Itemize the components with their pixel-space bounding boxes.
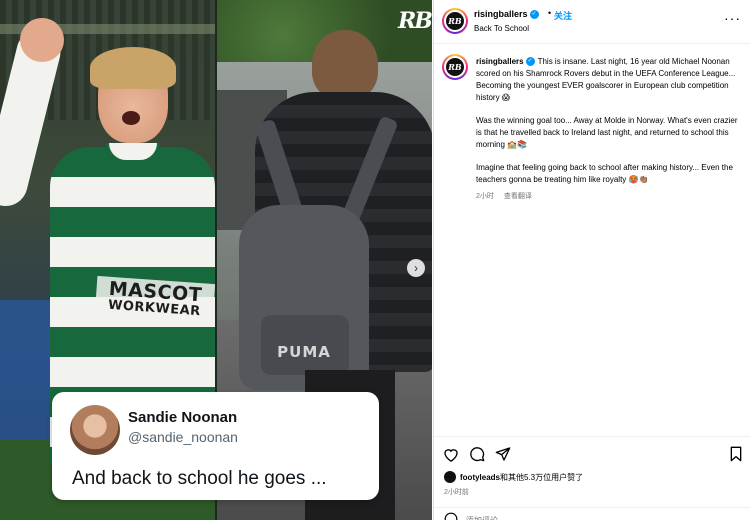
comment-input[interactable] (466, 514, 666, 520)
caption-meta: 2小时 查看翻译 (476, 191, 742, 203)
post-caption: RB risingballers ✓ This is insane. Last ni… (434, 50, 750, 430)
avatar[interactable]: RB (442, 8, 468, 34)
fist (20, 18, 64, 62)
chevron-right-icon[interactable]: › (407, 259, 425, 277)
action-bar: footyleads 和其他5.3万位用户赞了 2小时前 (434, 436, 750, 520)
comment-icon[interactable] (468, 445, 486, 463)
caption-time: 2小时 (476, 193, 494, 200)
caption-paragraph: Imagine that feeling going back to schoo… (476, 163, 733, 184)
separator-dot: • (548, 8, 552, 18)
tweet-author-name: Sandie Noonan (128, 409, 238, 426)
player-mouth (122, 111, 140, 125)
account-logo: RB (446, 12, 464, 30)
caption-username[interactable]: risingballers ✓ (476, 57, 535, 67)
rb-watermark-logo: RB (398, 8, 432, 34)
avatar (70, 405, 120, 455)
avatar (444, 471, 456, 483)
translate-link[interactable]: 查看翻译 (504, 193, 532, 200)
verified-badge-icon: ✓ (529, 10, 539, 20)
player-hair (90, 47, 176, 89)
send-icon[interactable] (494, 445, 512, 463)
caption-paragraph: risingballers ✓ This is insane. Last night… (476, 56, 742, 104)
account-logo: RB (446, 58, 464, 76)
tweet-author-handle: @sandie_noonan (128, 429, 238, 445)
post-media[interactable]: MASCOT WORKWEAR PUMA RB › Sandie Noonan … (0, 0, 432, 520)
boy-head (312, 30, 378, 100)
more-options-icon[interactable]: ··· (724, 10, 741, 26)
audio-subtitle[interactable]: Back To School (474, 24, 529, 33)
tweet-card: Sandie Noonan @sandie_noonan And back to… (52, 392, 379, 500)
verified-badge-icon: ✓ (525, 57, 535, 67)
heart-icon[interactable] (442, 445, 460, 463)
avatar[interactable]: RB (442, 54, 468, 80)
backpack-brand: PUMA (277, 343, 331, 361)
comment-bar (434, 507, 750, 520)
follow-button[interactable]: 关注 (554, 9, 572, 22)
bookmark-icon[interactable] (727, 445, 745, 463)
likes-user[interactable]: footyleads (460, 473, 500, 482)
backpack: PUMA (239, 205, 369, 390)
likes-count-text: 和其他5.3万位用户赞了 (500, 472, 584, 482)
caption-paragraph: Was the winning goal too... Away at Mold… (476, 116, 738, 149)
tweet-text: And back to school he goes ... (72, 468, 327, 489)
caption-body: risingballers ✓ This is insane. Last night… (476, 56, 742, 203)
post-header: RB risingballers ✓ • 关注 Back To School ··… (434, 0, 750, 44)
post-sidebar: RB risingballers ✓ • 关注 Back To School ··… (433, 0, 750, 520)
shirt-sponsor: MASCOT WORKWEAR (94, 275, 215, 323)
likes-summary[interactable]: footyleads 和其他5.3万位用户赞了 (444, 471, 583, 483)
emoji-icon[interactable] (442, 510, 460, 520)
post-timestamp: 2小时前 (444, 489, 469, 496)
username-link[interactable]: risingballers ✓ (474, 9, 539, 20)
username-text: risingballers (474, 9, 528, 19)
